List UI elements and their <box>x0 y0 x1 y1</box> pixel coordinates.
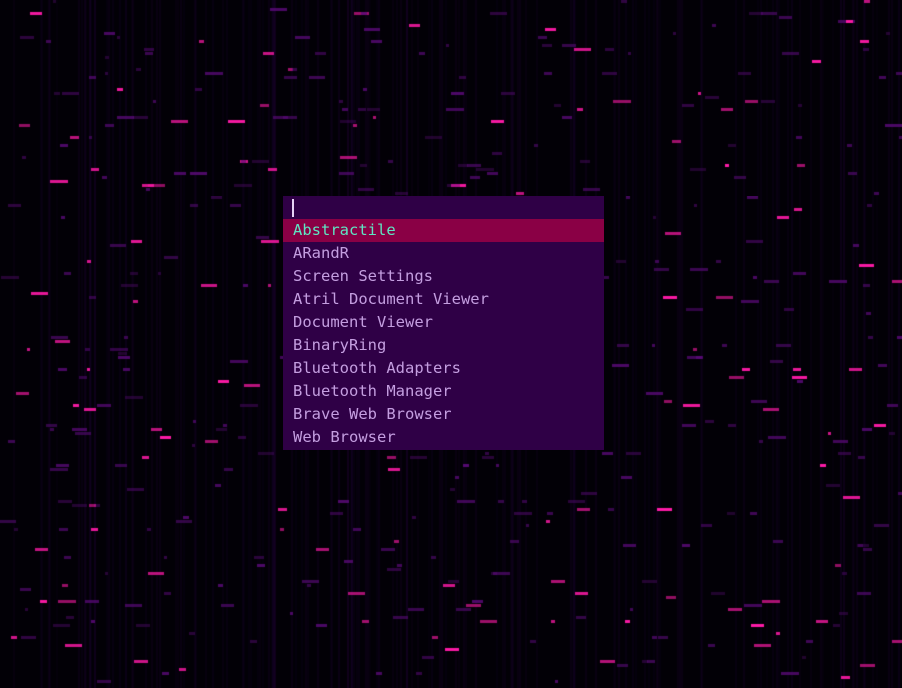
result-item[interactable]: Web Browser <box>283 426 604 449</box>
app-launcher: Abstractile ARandR Screen Settings Atril… <box>283 196 604 450</box>
result-item[interactable]: Bluetooth Adapters <box>283 357 604 380</box>
results-list: Abstractile ARandR Screen Settings Atril… <box>283 219 604 449</box>
search-prompt[interactable] <box>283 196 604 219</box>
result-item[interactable]: Screen Settings <box>283 265 604 288</box>
result-item[interactable]: Document Viewer <box>283 311 604 334</box>
result-item[interactable]: Brave Web Browser <box>283 403 604 426</box>
result-item[interactable]: Bluetooth Manager <box>283 380 604 403</box>
result-item[interactable]: Atril Document Viewer <box>283 288 604 311</box>
result-item[interactable]: BinaryRing <box>283 334 604 357</box>
result-item-selected[interactable]: Abstractile <box>283 219 604 242</box>
text-cursor <box>292 199 294 217</box>
result-item[interactable]: ARandR <box>283 242 604 265</box>
